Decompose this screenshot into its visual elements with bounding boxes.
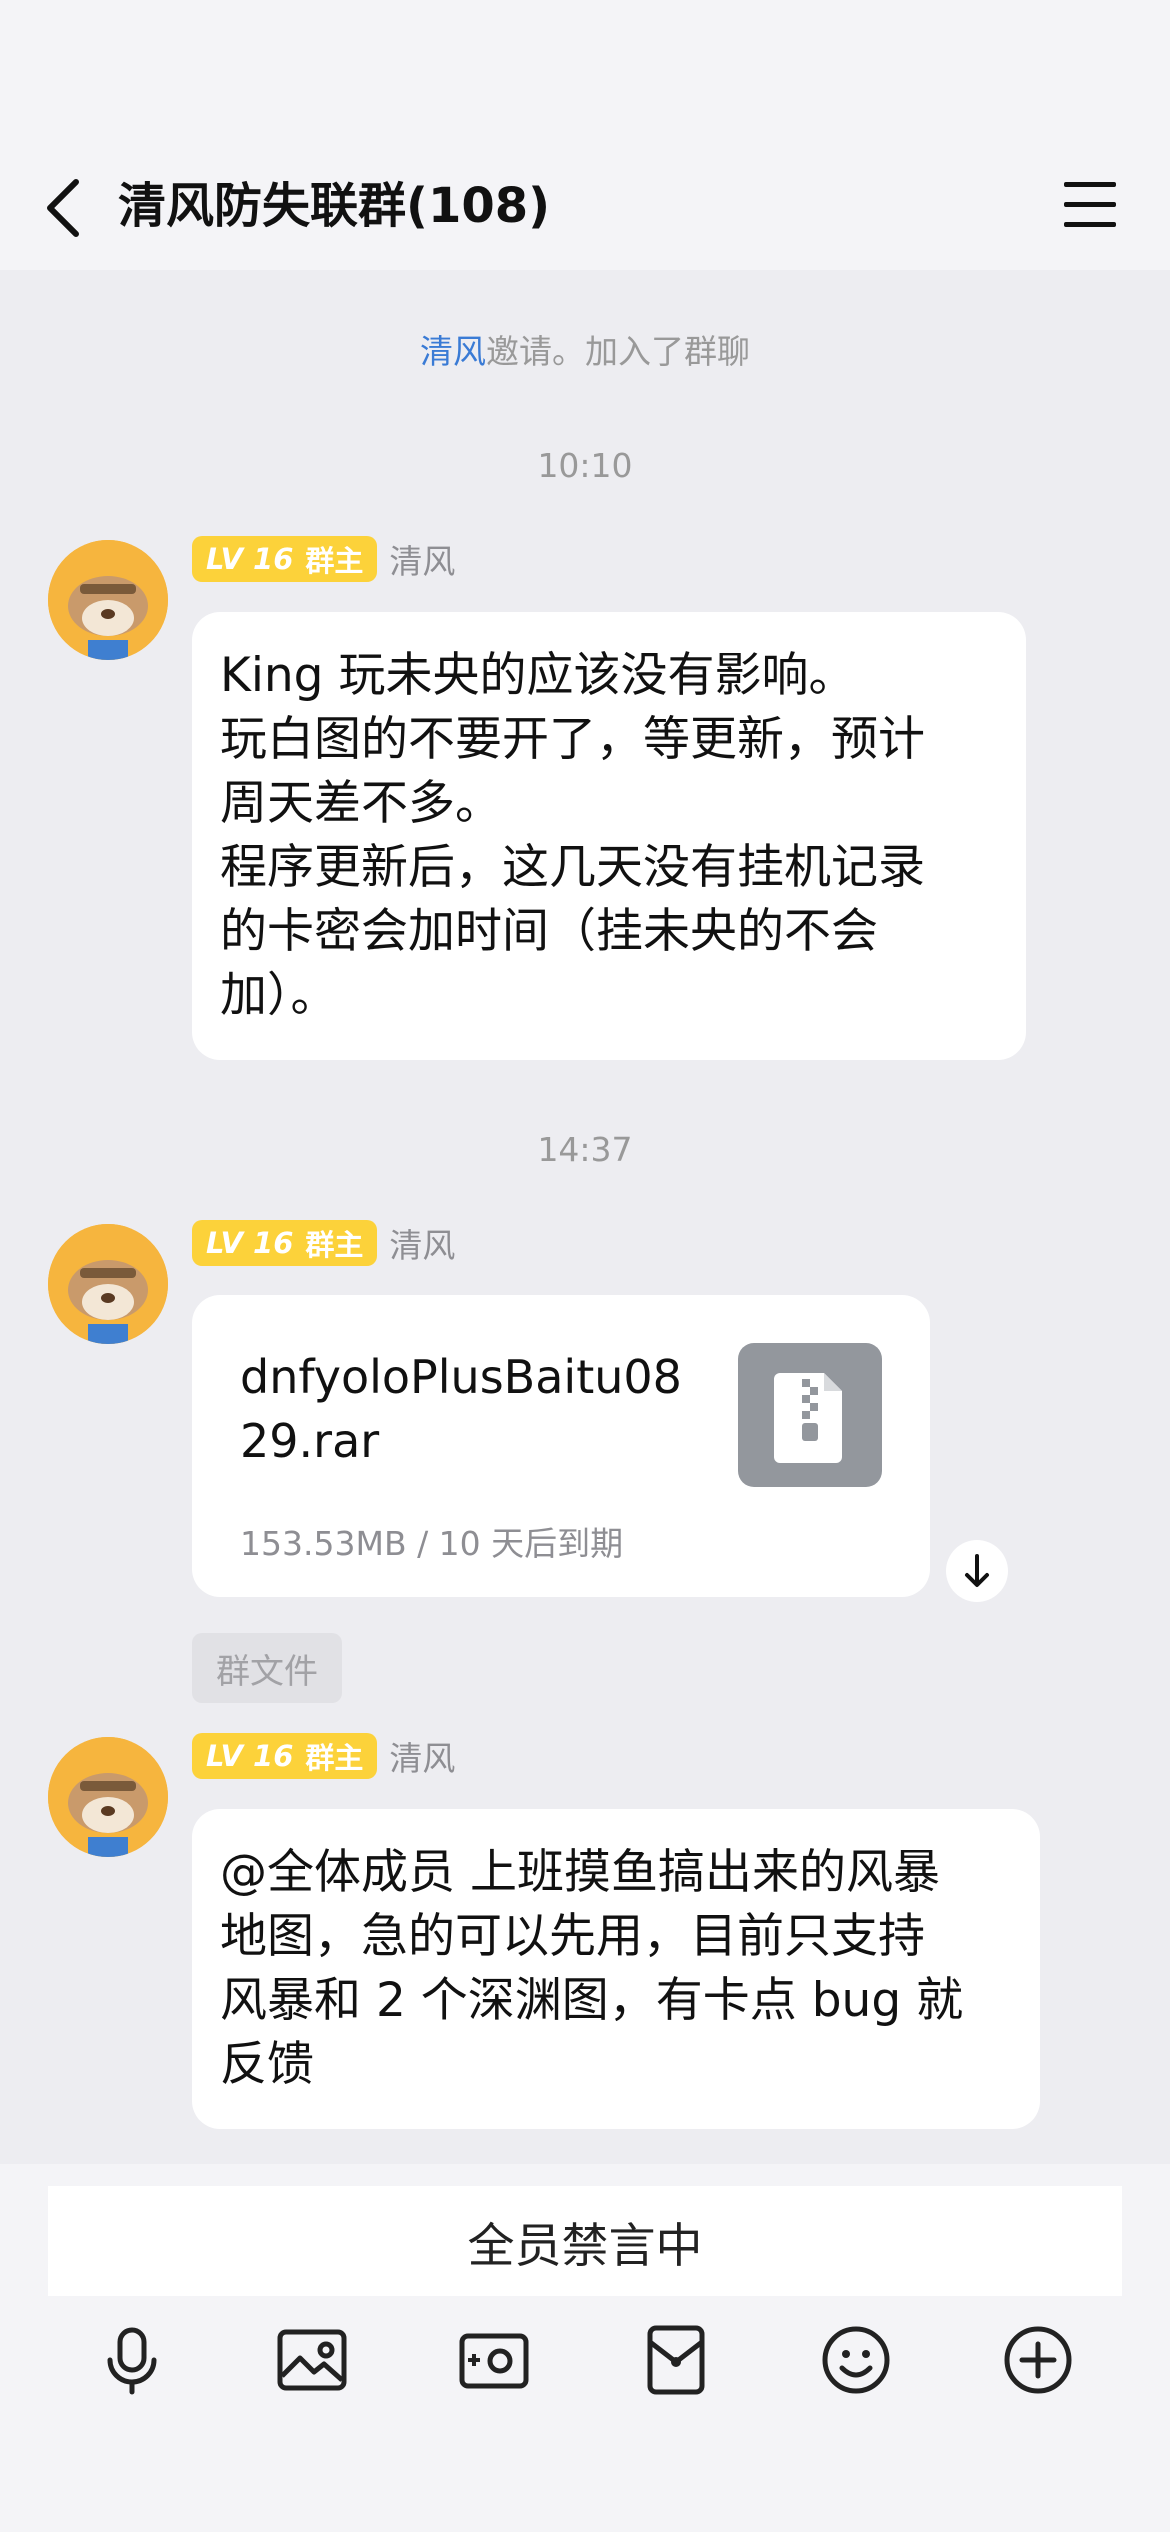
file-name: dnfyoloPlusBaitu0829.rar — [240, 1350, 682, 1468]
chat-header: 清风防失联群(108) — [0, 0, 1170, 270]
role-label: 群主 — [305, 1228, 364, 1262]
arrow-down-icon — [965, 1554, 989, 1587]
plus-circle-icon — [1004, 2326, 1072, 2394]
join-text: 邀请。加入了群聊 — [486, 332, 750, 371]
zip-file-icon — [738, 1343, 882, 1487]
sender-meta: LV 16 群主 清风 — [192, 1220, 455, 1266]
message-bubble[interactable]: @全体成员 上班摸鱼搞出来的风暴 地图，急的可以先用，目前只支持 风暴和 2 个… — [192, 1809, 1040, 2129]
group-title[interactable]: 清风防失联群(108) — [118, 176, 550, 236]
emoji-button[interactable] — [816, 2320, 896, 2400]
message-bubble[interactable]: King 玩未央的应该没有影响。 玩白图的不要开了，等更新，预计 周天差不多。 … — [192, 612, 1026, 1060]
owner-badge: LV 16 群主 — [192, 536, 378, 582]
sender-name[interactable]: 清风 — [389, 535, 455, 583]
input-toolbar — [0, 2320, 1170, 2420]
avatar-image — [48, 540, 168, 660]
sender-meta: LV 16 群主 清风 — [192, 536, 455, 582]
emoji-icon — [822, 2326, 890, 2394]
input-area: 全员禁言中 — [0, 2164, 1170, 2532]
level-label: LV 16 — [206, 1226, 294, 1260]
file-meta: 153.53MB / 10 天后到期 — [240, 1524, 624, 1563]
inviter-link[interactable]: 清风 — [420, 332, 486, 371]
voice-button[interactable] — [92, 2320, 172, 2400]
back-button[interactable] — [40, 176, 88, 240]
red-packet-icon — [647, 2325, 705, 2395]
role-label: 群主 — [305, 544, 364, 578]
sender-name[interactable]: 清风 — [389, 1219, 455, 1267]
chevron-left-icon — [47, 179, 79, 237]
microphone-icon — [107, 2327, 157, 2395]
download-button[interactable] — [946, 1540, 1008, 1602]
system-join-notice: 清风邀请。加入了群聊 — [0, 330, 1170, 374]
group-file-tag[interactable]: 群文件 — [192, 1633, 342, 1703]
sender-meta: LV 16 群主 清风 — [192, 1733, 455, 1779]
file-card[interactable]: dnfyoloPlusBaitu0829.rar 153.53MB / 10 天… — [192, 1295, 930, 1597]
menu-icon — [1064, 182, 1116, 187]
avatar-image — [48, 1737, 168, 1857]
camera-icon — [459, 2333, 529, 2389]
level-label: LV 16 — [206, 1739, 294, 1773]
avatar[interactable] — [48, 540, 168, 660]
muted-notice: 全员禁言中 — [48, 2186, 1122, 2296]
role-label: 群主 — [305, 1741, 364, 1775]
more-button[interactable] — [998, 2320, 1078, 2400]
image-icon — [277, 2329, 347, 2391]
red-packet-button[interactable] — [636, 2320, 716, 2400]
avatar[interactable] — [48, 1737, 168, 1857]
owner-badge: LV 16 群主 — [192, 1733, 378, 1779]
timestamp: 10:10 — [537, 446, 633, 485]
menu-button[interactable] — [1064, 182, 1116, 230]
camera-button[interactable] — [454, 2320, 534, 2400]
chat-area[interactable]: 清风邀请。加入了群聊 10:10 LV 16 群主 清风 King 玩未央的应该… — [0, 270, 1170, 2164]
owner-badge: LV 16 群主 — [192, 1220, 378, 1266]
sender-name[interactable]: 清风 — [389, 1732, 455, 1780]
level-label: LV 16 — [206, 542, 294, 576]
image-button[interactable] — [272, 2320, 352, 2400]
message-text: @全体成员 上班摸鱼搞出来的风暴 地图，急的可以先用，目前只支持 风暴和 2 个… — [220, 1845, 964, 2092]
timestamp: 14:37 — [537, 1130, 633, 1169]
message-text: King 玩未央的应该没有影响。 玩白图的不要开了，等更新，预计 周天差不多。 … — [220, 648, 925, 1023]
avatar[interactable] — [48, 1224, 168, 1344]
avatar-image — [48, 1224, 168, 1344]
